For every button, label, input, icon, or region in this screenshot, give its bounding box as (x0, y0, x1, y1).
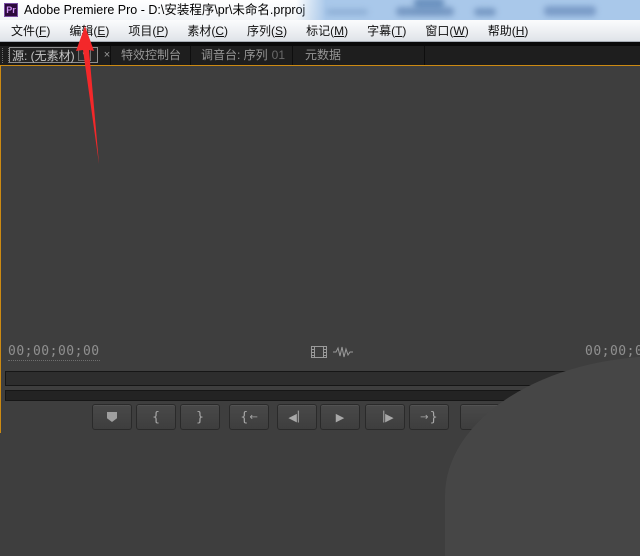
tab-effect-controls[interactable]: 特效控制台 (111, 46, 191, 65)
blur-blob (474, 8, 496, 16)
blur-blob (414, 0, 444, 10)
step-back-icon: ◀ (288, 411, 296, 424)
drag-video-icon[interactable] (311, 345, 327, 359)
set-out-icon: } (196, 410, 204, 425)
drag-audio-icon[interactable] (333, 345, 353, 359)
step-forward-button[interactable]: ▕▶ (365, 404, 405, 430)
goto-out-point-button[interactable]: →} (409, 404, 449, 430)
goto-in-icon: { (240, 410, 248, 425)
goto-in-point-button[interactable]: {← (229, 404, 269, 430)
current-timecode-field[interactable]: 00;00;00;00 (8, 344, 100, 361)
menu-title[interactable]: 字幕(T) (364, 22, 409, 39)
step-back-button[interactable]: ◀▏ (277, 404, 317, 430)
blur-blob (326, 9, 368, 15)
premiere-app-icon[interactable]: Pr (4, 3, 18, 17)
tab-audio-mixer[interactable]: 调音台: 序列01 (191, 46, 293, 65)
panel-grip-icon[interactable] (2, 48, 9, 63)
goto-out-icon: } (430, 410, 438, 425)
tab-source-monitor[interactable]: 源: (无素材) ▼ (9, 47, 98, 63)
panel-tab-bar: 源: (无素材) ▼ × 特效控制台 调音台: 序列01 元数据 (0, 46, 640, 65)
step-forward-icon: ▶ (385, 411, 393, 424)
title-bar: Pr Adobe Premiere Pro - D:\安装程序\pr\未命名.p… (0, 0, 640, 20)
blurred-desktop-area (296, 0, 640, 20)
menu-help[interactable]: 帮助(H) (485, 22, 532, 39)
menu-clip[interactable]: 素材(C) (184, 22, 231, 39)
menu-project[interactable]: 项目(P) (125, 22, 171, 39)
panel-focus-outline (0, 65, 1, 433)
marker-icon (107, 412, 117, 422)
set-out-point-button[interactable]: } (180, 404, 220, 430)
menu-window[interactable]: 窗口(W) (422, 22, 471, 39)
tab-source-label: 源: (无素材) (12, 47, 78, 64)
panel-menu-button[interactable]: ▼ (78, 49, 91, 61)
set-in-icon: { (152, 410, 160, 425)
add-marker-button[interactable] (92, 404, 132, 430)
play-button[interactable]: ▶ (320, 404, 360, 430)
menu-sequence[interactable]: 序列(S) (244, 22, 290, 39)
window-title: Adobe Premiere Pro - D:\安装程序\pr\未命名.prpr… (24, 0, 305, 20)
menu-bar: 文件(F) 编辑(E) 项目(P) 素材(C) 序列(S) 标记(M) 字幕(T… (0, 20, 640, 42)
menu-file[interactable]: 文件(F) (8, 22, 53, 39)
play-icon: ▶ (336, 411, 344, 424)
blur-blob (544, 6, 596, 16)
menu-edit[interactable]: 编辑(E) (66, 22, 112, 39)
tab-metadata[interactable]: 元数据 (293, 46, 425, 65)
premiere-window: Pr Adobe Premiere Pro - D:\安装程序\pr\未命名.p… (0, 0, 640, 433)
menu-marker[interactable]: 标记(M) (303, 22, 351, 39)
set-in-point-button[interactable]: { (136, 404, 176, 430)
